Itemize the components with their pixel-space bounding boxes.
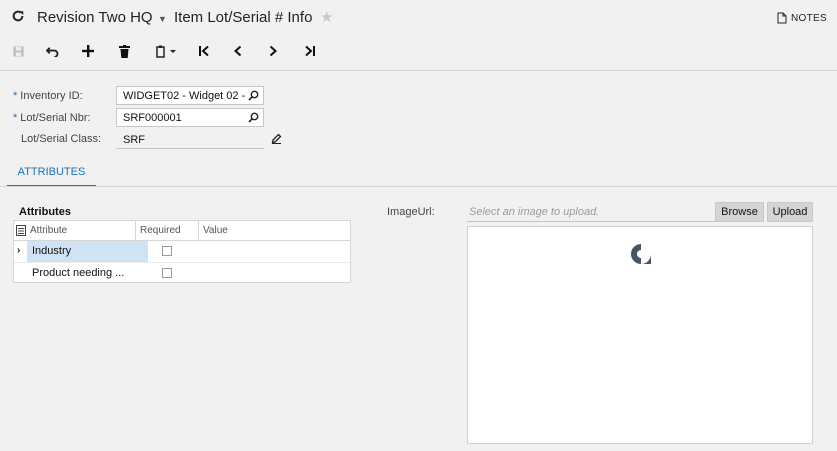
attributes-grid-title: Attributes: [19, 206, 71, 218]
copy-paste-icon[interactable]: [152, 41, 180, 61]
grid-header: Attribute Required Value: [14, 221, 350, 241]
title-bar: Revision Two HQ ▼ Item Lot/Serial # Info…: [0, 0, 837, 34]
attributes-grid: Attribute Required Value › Industry Prod…: [13, 220, 351, 283]
grid-settings-icon[interactable]: [16, 225, 26, 239]
toolbar: [0, 36, 837, 66]
table-row[interactable]: Product needing ...: [14, 262, 350, 283]
delete-icon[interactable]: [116, 41, 132, 61]
lot-serial-class-value[interactable]: SRF: [123, 134, 145, 146]
attribute-name[interactable]: Industry: [32, 245, 71, 257]
add-icon[interactable]: [80, 41, 96, 61]
table-row[interactable]: › Industry: [14, 241, 350, 262]
notes-button[interactable]: NOTES: [777, 12, 827, 24]
field-underline: [116, 148, 264, 149]
upload-button[interactable]: Upload: [767, 202, 813, 222]
column-divider: [135, 221, 136, 241]
lot-serial-class-label: Lot/Serial Class:: [21, 133, 102, 145]
lot-serial-nbr-label: * Lot/Serial Nbr:: [13, 112, 91, 124]
company-selector[interactable]: Revision Two HQ: [37, 9, 153, 26]
inventory-id-label-text: Inventory ID:: [20, 90, 83, 102]
page-title: Item Lot/Serial # Info: [174, 9, 313, 26]
search-icon[interactable]: [248, 112, 259, 123]
notes-label: NOTES: [791, 12, 827, 24]
undo-icon[interactable]: [44, 41, 60, 61]
column-divider: [198, 221, 199, 241]
image-preview: [467, 226, 813, 444]
edit-pencil-icon[interactable]: [271, 133, 282, 147]
lot-serial-nbr-label-text: Lot/Serial Nbr:: [20, 112, 91, 124]
lot-serial-nbr-field[interactable]: SRF000001: [116, 108, 264, 127]
column-header-required[interactable]: Required: [140, 225, 181, 236]
favorite-star-icon[interactable]: ★: [320, 8, 333, 26]
image-url-label: ImageUrl:: [387, 206, 435, 218]
tab-attributes[interactable]: ATTRIBUTES: [7, 162, 96, 187]
search-icon[interactable]: [248, 90, 259, 101]
inventory-id-value: WIDGET02 - Widget 02 - :: [123, 90, 252, 102]
notes-icon: [777, 12, 787, 24]
inventory-id-field[interactable]: WIDGET02 - Widget 02 - :: [116, 86, 264, 105]
column-header-attribute[interactable]: Attribute: [30, 225, 67, 236]
next-record-icon[interactable]: [265, 41, 281, 61]
column-header-value[interactable]: Value: [203, 225, 228, 236]
inventory-id-label: * Inventory ID:: [13, 90, 83, 102]
tab-divider: [0, 186, 837, 187]
acumatica-logo-icon: [630, 243, 652, 265]
image-url-input[interactable]: Select an image to upload.: [467, 202, 715, 222]
refresh-icon[interactable]: [11, 9, 27, 25]
toolbar-divider: [0, 70, 837, 71]
chevron-down-icon[interactable]: ▼: [158, 14, 167, 24]
required-marker: *: [13, 112, 18, 124]
required-checkbox[interactable]: [162, 268, 172, 278]
required-marker: *: [13, 90, 18, 102]
required-checkbox[interactable]: [162, 246, 172, 256]
row-selector-chevron-icon: ›: [17, 245, 21, 256]
save-icon[interactable]: [10, 41, 26, 61]
browse-button[interactable]: Browse: [715, 202, 764, 222]
attribute-name[interactable]: Product needing ...: [32, 267, 124, 279]
lot-serial-nbr-value: SRF000001: [123, 112, 182, 124]
previous-record-icon[interactable]: [230, 41, 246, 61]
first-record-icon[interactable]: [196, 41, 212, 61]
last-record-icon[interactable]: [302, 41, 318, 61]
